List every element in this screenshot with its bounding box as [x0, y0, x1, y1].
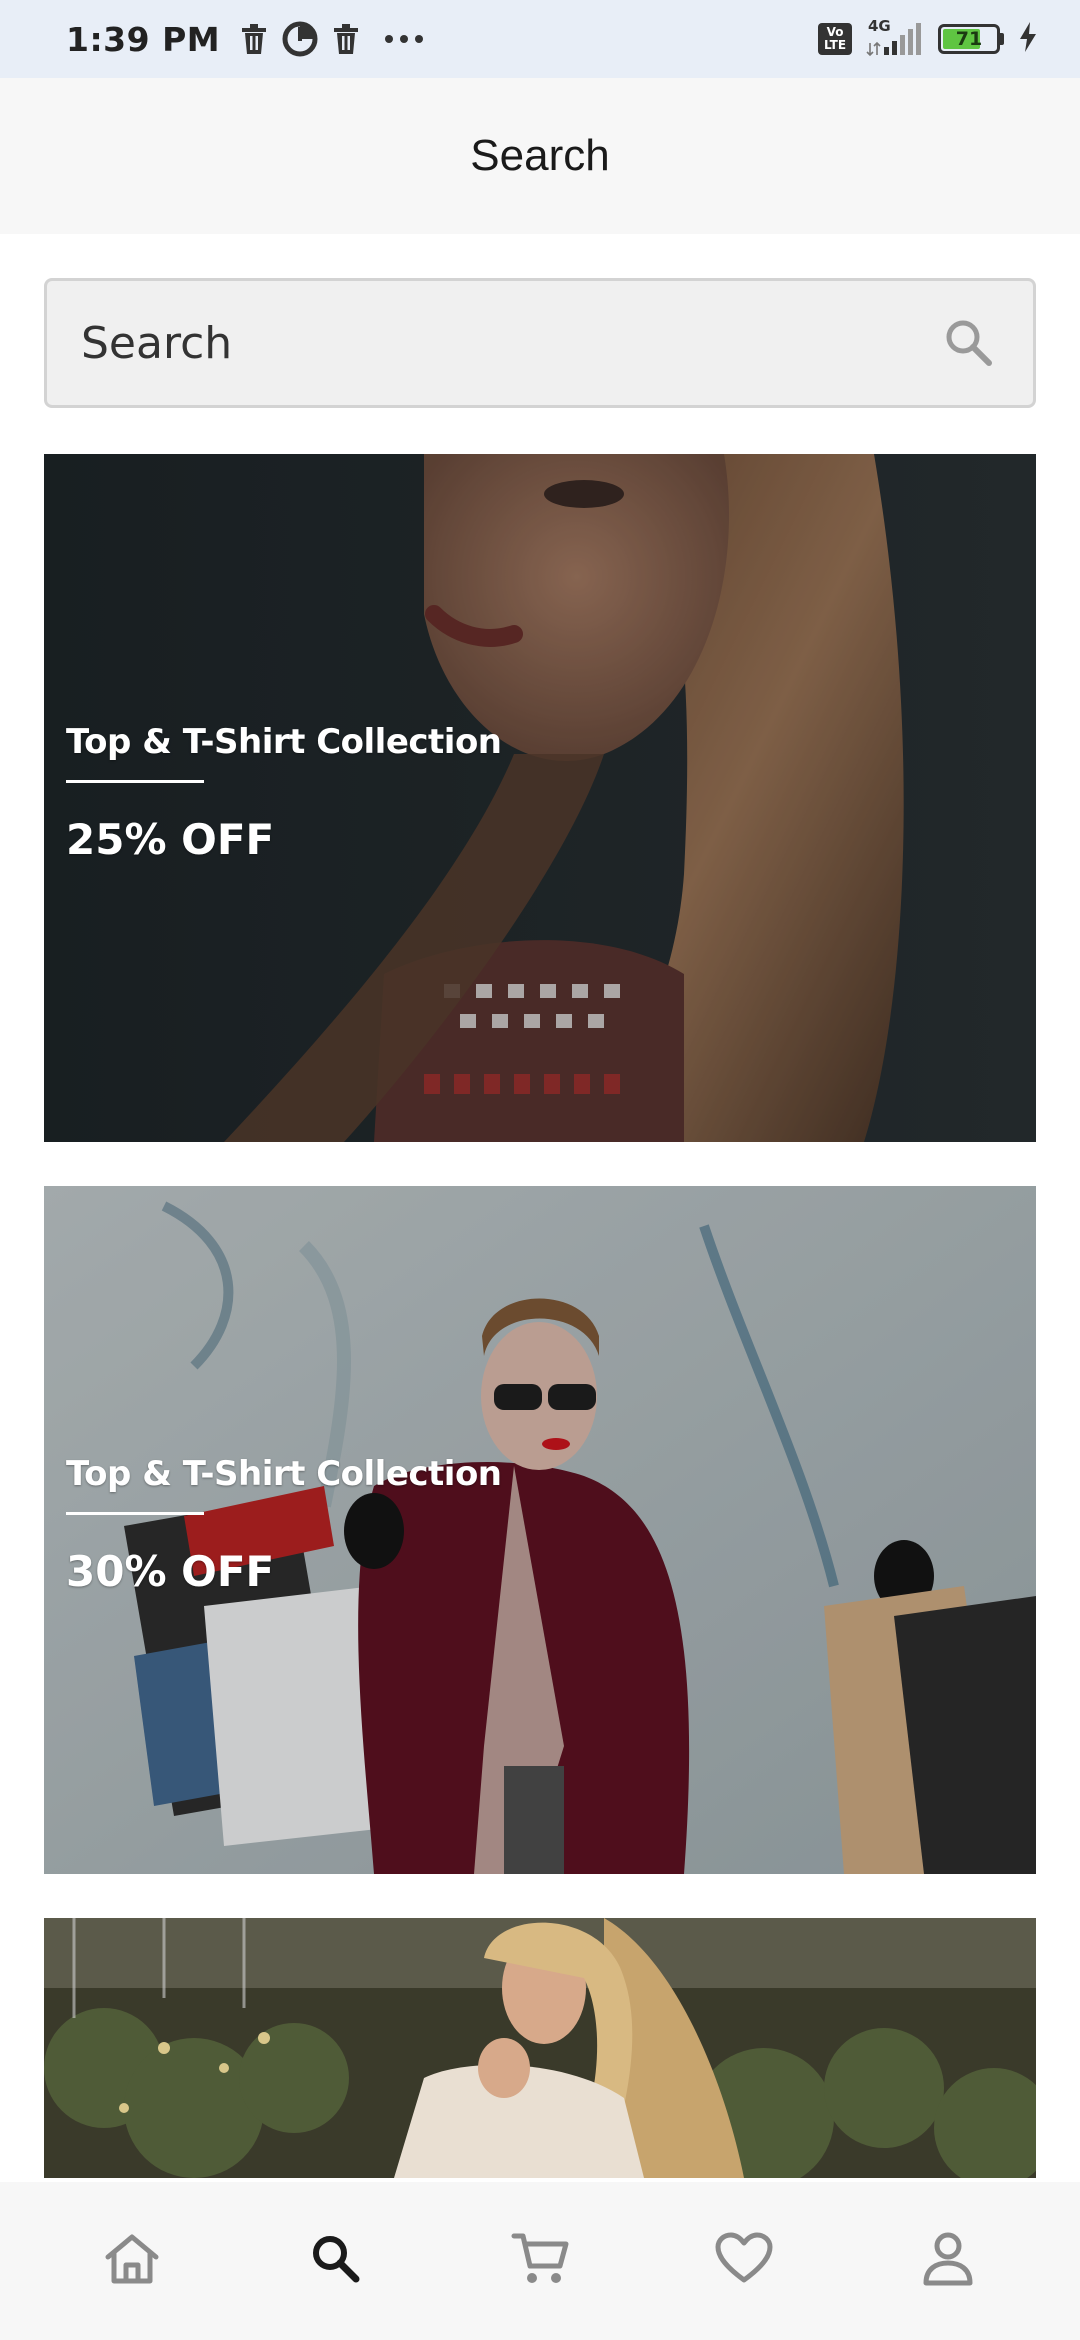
nav-cart[interactable]	[500, 2221, 580, 2301]
battery-indicator: 71	[938, 24, 1004, 54]
trash-icon	[332, 23, 360, 55]
promo-banner[interactable]: Top & T-Shirt Collection 25% OFF	[44, 454, 1036, 1142]
search-icon[interactable]	[941, 315, 997, 371]
banner-title: Top & T-Shirt Collection	[66, 722, 502, 762]
home-icon	[102, 2231, 162, 2291]
promo-banner[interactable]: Top & T-Shirt Collection 30% OFF	[44, 1186, 1036, 1874]
search-icon	[308, 2231, 364, 2291]
banner-divider	[66, 780, 204, 783]
signal-icon: 4G	[866, 17, 924, 57]
sync-icon	[282, 21, 318, 57]
status-notification-icons	[240, 21, 424, 57]
user-icon	[922, 2231, 974, 2291]
search-bar[interactable]	[44, 278, 1036, 408]
bottom-nav	[0, 2182, 1080, 2340]
nav-search[interactable]	[296, 2221, 376, 2301]
promo-banner[interactable]	[44, 1918, 1036, 2178]
banner-photo	[44, 1918, 1036, 2178]
banner-title: Top & T-Shirt Collection	[66, 1454, 502, 1494]
trash-icon	[240, 23, 268, 55]
banner-divider	[66, 1512, 204, 1515]
nav-home[interactable]	[92, 2221, 172, 2301]
bolt-icon	[1018, 22, 1038, 56]
banner-discount: 25% OFF	[66, 815, 275, 864]
heart-icon	[714, 2232, 774, 2290]
banner-text: Top & T-Shirt Collection 25% OFF	[66, 722, 502, 864]
more-dots-icon	[384, 34, 424, 44]
cart-icon	[510, 2230, 570, 2292]
nav-favorites[interactable]	[704, 2221, 784, 2301]
status-bar: 1:39 PM Vo LTE 4G 71	[0, 0, 1080, 78]
banner-text: Top & T-Shirt Collection 30% OFF	[66, 1454, 502, 1596]
nav-profile[interactable]	[908, 2221, 988, 2301]
volte-label-bottom: LTE	[823, 38, 847, 52]
page-title: Search	[470, 131, 610, 180]
volte-badge: Vo LTE	[818, 23, 852, 55]
banner-discount: 30% OFF	[66, 1547, 275, 1596]
app-header: Search	[0, 78, 1080, 234]
search-input[interactable]	[79, 316, 941, 370]
battery-level: 71	[955, 28, 983, 50]
status-system-icons: Vo LTE 4G 71	[818, 17, 1038, 57]
status-time: 1:39 PM	[66, 19, 221, 59]
